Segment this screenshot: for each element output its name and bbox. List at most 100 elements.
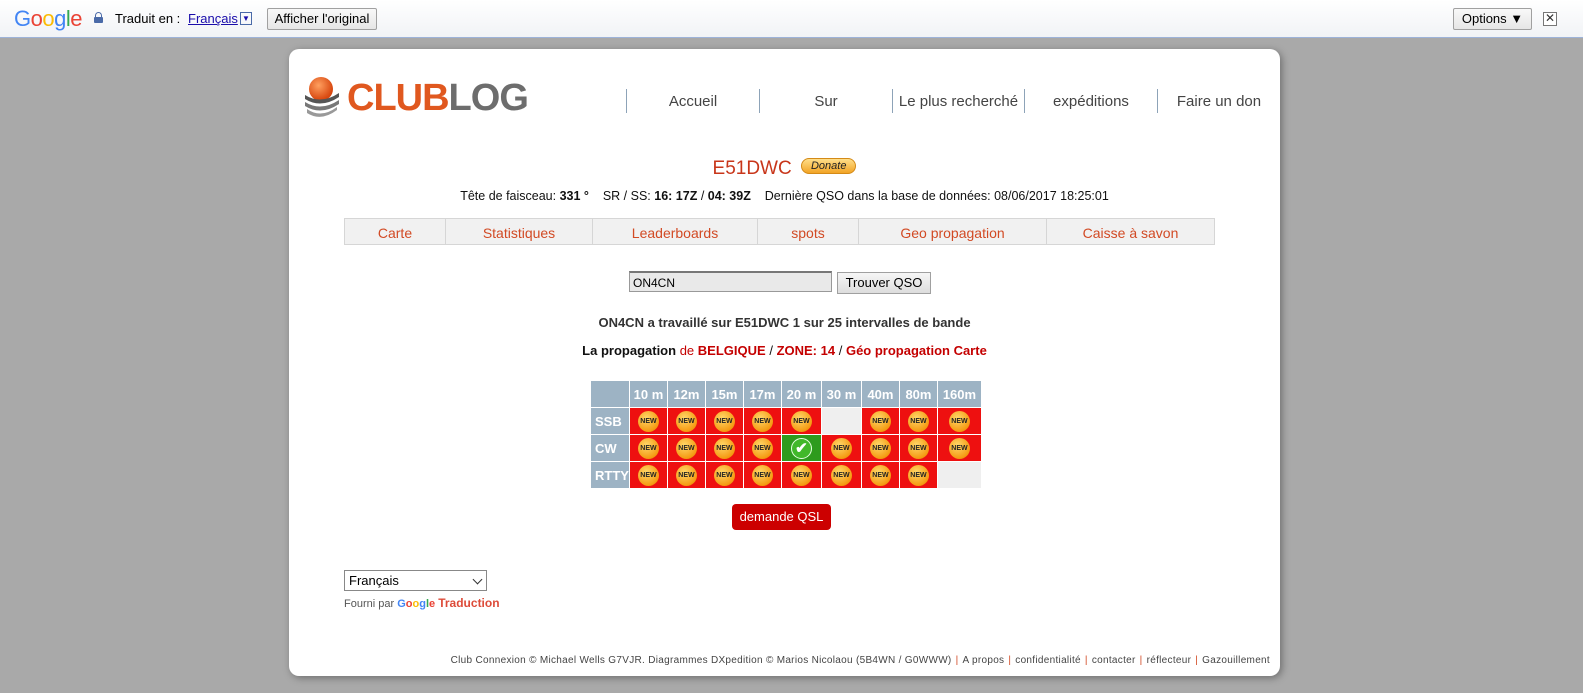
mode-label: CW — [590, 434, 630, 462]
band-slot-new[interactable]: NEW — [742, 434, 782, 462]
band-slot-new[interactable]: NEW — [666, 434, 706, 462]
band-slot-ok[interactable]: ✔ — [780, 434, 822, 462]
band-row-ssb: SSB NEW NEW NEW NEW NEW NEW NEW NEW — [590, 407, 982, 435]
geo-propagation-map-link[interactable]: Géo propagation Carte — [846, 343, 987, 358]
band-slot-new[interactable]: NEW — [742, 407, 782, 435]
new-badge-icon: NEW — [907, 437, 929, 459]
main-card: CLUBLOG Accueil Sur Le plus recherché ex… — [289, 49, 1280, 676]
new-badge-icon: NEW — [830, 464, 852, 486]
callsign-search-input[interactable]: ON4CN — [629, 271, 832, 292]
tab-caisse-a-savon[interactable]: Caisse à savon — [1047, 219, 1214, 244]
new-badge-icon: NEW — [713, 464, 735, 486]
beam-info: Tête de faisceau: 331 ° SR / SS: 16: 17Z… — [460, 189, 1109, 203]
corner-cell — [590, 380, 630, 408]
footer-link-contact[interactable]: contacter — [1092, 655, 1136, 666]
band-slot-new[interactable]: NEW — [936, 407, 982, 435]
tab-geo-propagation[interactable]: Geo propagation — [859, 219, 1047, 244]
donate-button[interactable]: Donate — [800, 157, 857, 174]
nav-sur[interactable]: Sur — [760, 93, 892, 110]
new-badge-icon: NEW — [907, 464, 929, 486]
new-badge-icon: NEW — [637, 437, 659, 459]
section-tabs: Carte Statistiques Leaderboards spots Ge… — [344, 218, 1215, 245]
new-badge-icon: NEW — [675, 410, 697, 432]
nav-expeditions[interactable]: expéditions — [1025, 93, 1157, 110]
band-slot-new[interactable]: NEW — [704, 461, 744, 489]
band-header: 40m — [860, 380, 900, 408]
band-slot-empty — [936, 461, 982, 489]
translation-language-link[interactable]: Français — [188, 11, 238, 26]
tab-statistiques[interactable]: Statistiques — [446, 219, 593, 244]
new-badge-icon: NEW — [907, 410, 929, 432]
sunset-value: 04: 39Z — [707, 189, 751, 203]
translated-to-label: Traduit en : — [115, 11, 181, 26]
google-logo: Google — [14, 6, 83, 31]
footer-link-reflector[interactable]: réflecteur — [1147, 655, 1192, 666]
last-qso-date: 08/06/2017 18:25:01 — [994, 189, 1109, 203]
band-slot-new[interactable]: NEW — [628, 407, 668, 435]
tab-carte[interactable]: Carte — [345, 219, 446, 244]
band-row-rtty: RTTY NEW NEW NEW NEW NEW NEW NEW NEW — [590, 461, 982, 489]
lock-icon — [94, 12, 103, 23]
zone-link[interactable]: ZONE: 14 — [777, 343, 836, 358]
nav-donate[interactable]: Faire un don — [1158, 93, 1280, 110]
show-original-button[interactable]: Afficher l'original — [267, 8, 377, 30]
band-header: 12m — [666, 380, 706, 408]
nav-most-wanted[interactable]: Le plus recherché — [893, 93, 1024, 110]
footer-link-about[interactable]: A propos — [962, 655, 1004, 666]
qsl-request-button[interactable]: demande QSL — [732, 504, 831, 530]
band-slot-new[interactable]: NEW — [628, 461, 668, 489]
band-slot-new[interactable]: NEW — [666, 407, 706, 435]
new-badge-icon: NEW — [790, 464, 812, 486]
band-slot-new[interactable]: NEW — [898, 407, 938, 435]
tab-leaderboards[interactable]: Leaderboards — [593, 219, 758, 244]
band-slot-new[interactable]: NEW — [666, 461, 706, 489]
new-badge-icon: NEW — [675, 437, 697, 459]
band-row-cw: CW NEW NEW NEW NEW ✔ NEW NEW NEW NEW — [590, 434, 982, 462]
band-slot-new[interactable]: NEW — [780, 461, 822, 489]
close-icon[interactable]: ✕ — [1543, 12, 1557, 26]
footer-link-privacy[interactable]: confidentialité — [1015, 655, 1081, 666]
footer-link-twitter[interactable]: Gazouillement — [1202, 655, 1270, 666]
new-badge-icon: NEW — [948, 437, 970, 459]
band-header: 20 m — [780, 380, 822, 408]
band-slot-new[interactable]: NEW — [704, 434, 744, 462]
new-badge-icon: NEW — [869, 410, 891, 432]
band-slot-new[interactable]: NEW — [820, 461, 862, 489]
band-slot-empty — [820, 407, 862, 435]
band-slot-new[interactable]: NEW — [780, 407, 822, 435]
band-slot-new[interactable]: NEW — [936, 434, 982, 462]
options-button[interactable]: Options ▼ — [1453, 8, 1532, 30]
country-link[interactable]: BELGIQUE — [698, 343, 766, 358]
new-badge-icon: NEW — [713, 410, 735, 432]
band-header: 15m — [704, 380, 744, 408]
mode-label: SSB — [590, 407, 630, 435]
language-dropdown-icon[interactable]: ▼ — [240, 12, 252, 25]
band-slot-new[interactable]: NEW — [704, 407, 744, 435]
band-slot-new[interactable]: NEW — [898, 461, 938, 489]
nav-accueil[interactable]: Accueil — [627, 93, 759, 110]
band-slot-new[interactable]: NEW — [860, 407, 900, 435]
new-badge-icon: NEW — [637, 410, 659, 432]
band-header: 80m — [898, 380, 938, 408]
translate-link[interactable]: Traduction — [438, 596, 499, 610]
tab-spots[interactable]: spots — [758, 219, 859, 244]
confirmed-check-icon: ✔ — [790, 437, 812, 459]
google-translate-logo: Google — [397, 598, 436, 610]
band-header-row: 10 m 12m 15m 17m 20 m 30 m 40m 80m 160m — [590, 380, 982, 408]
band-slot-new[interactable]: NEW — [628, 434, 668, 462]
language-select[interactable]: Français — [344, 570, 487, 591]
top-nav: Accueil Sur Le plus recherché expédition… — [289, 89, 1280, 115]
new-badge-icon: NEW — [948, 410, 970, 432]
worked-summary: ON4CN a travaillé sur E51DWC 1 sur 25 in… — [598, 315, 971, 330]
band-slot-new[interactable]: NEW — [820, 434, 862, 462]
new-badge-icon: NEW — [830, 437, 852, 459]
new-badge-icon: NEW — [869, 437, 891, 459]
band-slot-new[interactable]: NEW — [860, 461, 900, 489]
band-slot-new[interactable]: NEW — [860, 434, 900, 462]
new-badge-icon: NEW — [751, 464, 773, 486]
band-slot-new[interactable]: NEW — [742, 461, 782, 489]
translate-bar: Google Traduit en : Français ▼ Afficher … — [0, 0, 1583, 38]
find-qso-button[interactable]: Trouver QSO — [837, 272, 931, 294]
band-slot-new[interactable]: NEW — [898, 434, 938, 462]
band-header: 30 m — [820, 380, 862, 408]
